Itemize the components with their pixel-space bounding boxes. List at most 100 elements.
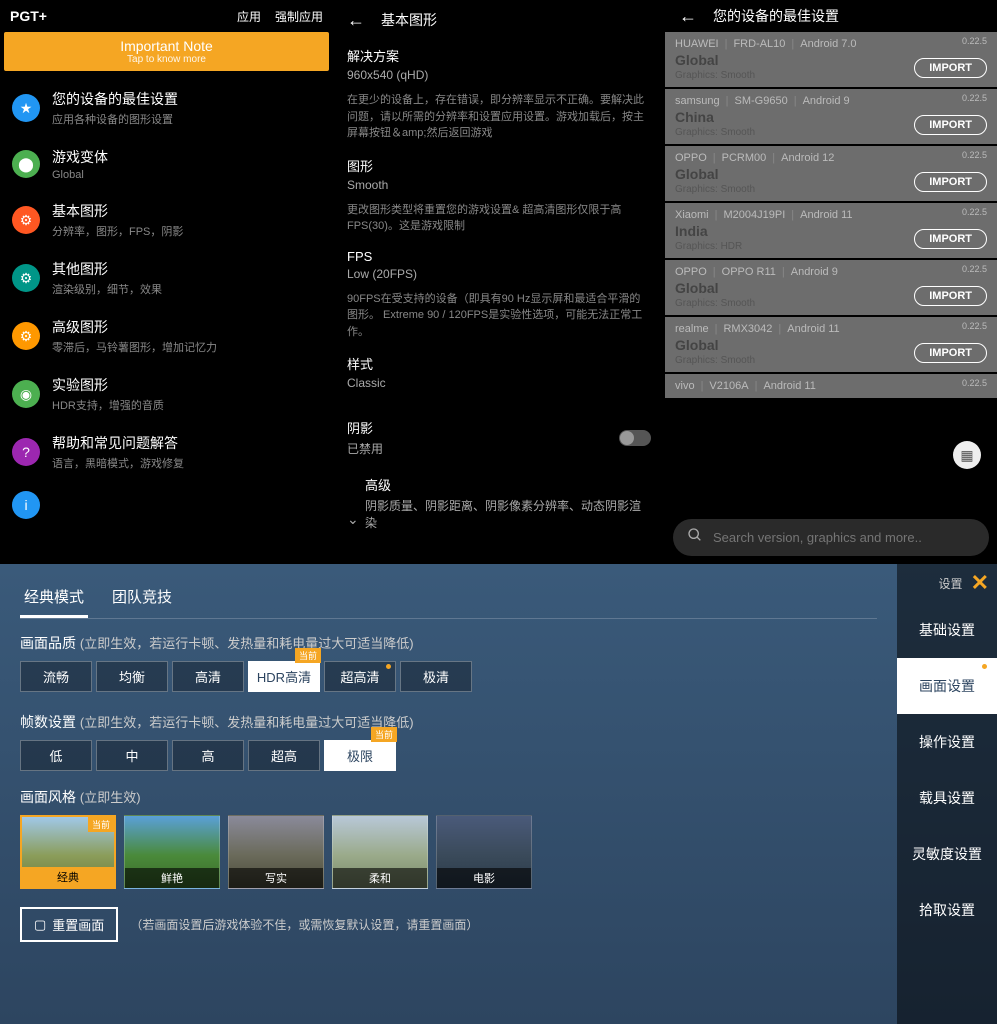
device-model: RMX3042 (723, 323, 772, 335)
star-icon: ★ (12, 94, 40, 122)
menu-item-star[interactable]: ★ 您的设备的最佳设置 应用各种设备的图形设置 (0, 79, 333, 137)
menu-item-sub: Global (52, 169, 321, 181)
detail-header: ← 基本图形 (347, 8, 651, 32)
style-card[interactable]: 鲜艳 (124, 815, 220, 889)
reset-button[interactable]: ▢ 重置画面 (20, 907, 118, 942)
import-button[interactable]: IMPORT (914, 343, 987, 363)
device-os: Android 9 (791, 266, 838, 278)
device-card[interactable]: 0.22.5 OPPO| PCRM00| Android 12 Global G… (665, 146, 997, 201)
reset-hint: （若画面设置后游戏体验不佳，或需恢复默认设置，请重置画面） (130, 916, 478, 933)
import-button[interactable]: IMPORT (914, 229, 987, 249)
side-tab[interactable]: 操作设置 (897, 714, 997, 770)
fps-option[interactable]: 低 (20, 740, 92, 771)
style-card[interactable]: 柔和 (332, 815, 428, 889)
device-brand: OPPO (675, 266, 707, 278)
menu-text: 游戏变体 Global (52, 147, 321, 181)
quality-option[interactable]: HDR高清当前 (248, 661, 320, 692)
device-brand: realme (675, 323, 709, 335)
quality-option[interactable]: 超高清 (324, 661, 396, 692)
quality-option[interactable]: 流畅 (20, 661, 92, 692)
header-link-force-apply[interactable]: 强制应用 (275, 8, 323, 25)
setting-resolution[interactable]: 解决方案 960x540 (qHD) 在更少的设备上，存在错误，即分辨率显示不正… (347, 46, 651, 142)
quality-option[interactable]: 高清 (172, 661, 244, 692)
fps-option[interactable]: 高 (172, 740, 244, 771)
search-icon (687, 527, 703, 548)
back-arrow-icon[interactable]: ← (679, 6, 697, 27)
device-version: 0.22.5 (962, 150, 987, 160)
device-list: 0.22.5 HUAWEI| FRD-AL10| Android 7.0 Glo… (665, 32, 997, 515)
menu-item-help[interactable]: ? 帮助和常见问题解答 语言，黑暗模式，游戏修复 (0, 423, 333, 481)
device-card[interactable]: 0.22.5 vivo| V2106A| Android 11 (665, 374, 997, 398)
search-bar[interactable] (673, 519, 989, 556)
import-button[interactable]: IMPORT (914, 172, 987, 192)
device-card[interactable]: 0.22.5 OPPO| OPPO R11| Android 9 Global … (665, 260, 997, 315)
device-card[interactable]: 0.22.5 realme| RMX3042| Android 11 Globa… (665, 317, 997, 372)
side-tab[interactable]: 拾取设置 (897, 882, 997, 938)
shadow-toggle[interactable] (619, 430, 651, 446)
menu-item-adv[interactable]: ⚙ 高级图形 零滞后，马铃薯图形，增加记忆力 (0, 307, 333, 365)
setting-style[interactable]: 样式 Classic (347, 354, 651, 390)
fps-option[interactable]: 极限当前 (324, 740, 396, 771)
tab-team-mode[interactable]: 团队竞技 (108, 578, 176, 618)
graphics-value: Smooth (347, 178, 651, 192)
side-tab[interactable]: 画面设置 (897, 658, 997, 714)
menu-text: 其他图形 渲染级别，细节，效果 (52, 259, 321, 297)
import-button[interactable]: IMPORT (914, 58, 987, 78)
reset-icon: ▢ (34, 917, 46, 933)
device-card[interactable]: 0.22.5 Xiaomi| M2004J19PI| Android 11 In… (665, 203, 997, 258)
quality-option[interactable]: 均衡 (96, 661, 168, 692)
header-link-apply[interactable]: 应用 (237, 8, 261, 25)
fab-button[interactable]: ▦ (953, 441, 981, 469)
device-version: 0.22.5 (962, 264, 987, 274)
menu-item-sub: 零滞后，马铃薯图形，增加记忆力 (52, 339, 321, 355)
setting-fps[interactable]: FPS Low (20FPS) 90FPS在受支持的设备（即具有90 Hz显示屏… (347, 249, 651, 341)
indicator-dot (982, 664, 987, 669)
device-os: Android 11 (800, 209, 852, 221)
menu-item-other[interactable]: ⚙ 其他图形 渲染级别，细节，效果 (0, 249, 333, 307)
resolution-label: 解决方案 (347, 46, 651, 65)
fps-desc: 90FPS在受支持的设备（即具有90 Hz显示屏和最适合平滑的图形。 Extre… (347, 291, 651, 341)
menu-item-sub: HDR支持，增强的音质 (52, 397, 321, 413)
device-version: 0.22.5 (962, 378, 987, 388)
style-card[interactable]: 经典当前 (20, 815, 116, 889)
app-header: PGT+ 应用 强制应用 (0, 0, 333, 32)
device-top-row: Xiaomi| M2004J19PI| Android 11 (675, 209, 987, 221)
important-note-banner[interactable]: Important Note Tap to know more (4, 32, 329, 71)
current-badge: 当前 (295, 648, 321, 663)
device-top-row: HUAWEI| FRD-AL10| Android 7.0 (675, 38, 987, 50)
menu-item-game[interactable]: ⬤ 游戏变体 Global (0, 137, 333, 191)
device-card[interactable]: 0.22.5 samsung| SM-G9650| Android 9 Chin… (665, 89, 997, 144)
style-label: 样式 (347, 354, 651, 373)
quality-hint: (立即生效，若运行卡顿、发热量和耗电量过大可适当降低) (80, 636, 414, 651)
note-subtitle: Tap to know more (10, 54, 323, 65)
device-card[interactable]: 0.22.5 HUAWEI| FRD-AL10| Android 7.0 Glo… (665, 32, 997, 87)
back-arrow-icon[interactable]: ← (347, 10, 365, 31)
import-button[interactable]: IMPORT (914, 115, 987, 135)
fps-option[interactable]: 超高 (248, 740, 320, 771)
menu-item-info[interactable]: i (0, 481, 333, 529)
close-icon[interactable]: ✕ (971, 570, 989, 596)
import-button[interactable]: IMPORT (914, 286, 987, 306)
side-tab[interactable]: 基础设置 (897, 602, 997, 658)
chevron-down-icon[interactable]: ⌄ (347, 511, 359, 528)
shadow-value: 已禁用 (347, 440, 383, 457)
style-card[interactable]: 电影 (436, 815, 532, 889)
side-tab[interactable]: 灵敏度设置 (897, 826, 997, 882)
menu-item-basic[interactable]: ⚙ 基本图形 分辨率，图形，FPS，阴影 (0, 191, 333, 249)
style-card[interactable]: 写实 (228, 815, 324, 889)
device-version: 0.22.5 (962, 207, 987, 217)
tab-classic-mode[interactable]: 经典模式 (20, 578, 88, 618)
main-menu-panel: PGT+ 应用 强制应用 Important Note Tap to know … (0, 0, 333, 564)
device-top-row: vivo| V2106A| Android 11 (675, 380, 987, 392)
menu-text: 实验图形 HDR支持，增强的音质 (52, 375, 321, 413)
fps-option[interactable]: 中 (96, 740, 168, 771)
setting-advanced[interactable]: 高级 阴影质量、阴影距离、阴影像素分辨率、动态阴影渲染 (365, 475, 651, 531)
style-card-label: 鲜艳 (125, 868, 219, 888)
search-input[interactable] (713, 530, 975, 545)
side-tab[interactable]: 载具设置 (897, 770, 997, 826)
setting-graphics[interactable]: 图形 Smooth 更改图形类型将重置您的游戏设置& 超高清图形仅限于高 FPS… (347, 156, 651, 235)
fps-title: 帧数设置 (20, 714, 76, 730)
device-version: 0.22.5 (962, 36, 987, 46)
menu-item-exp[interactable]: ◉ 实验图形 HDR支持，增强的音质 (0, 365, 333, 423)
quality-option[interactable]: 极清 (400, 661, 472, 692)
